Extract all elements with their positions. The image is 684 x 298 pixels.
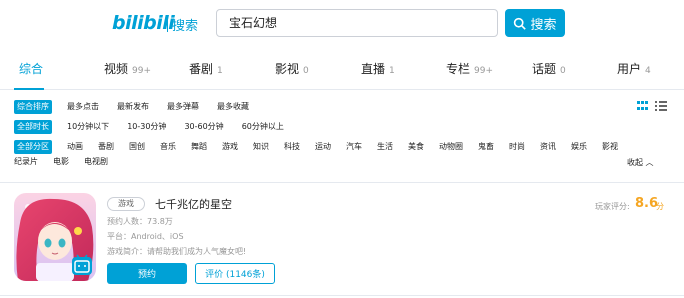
tab-label: 综合 — [19, 62, 44, 76]
filter-category[interactable]: 国创 — [126, 140, 148, 154]
filter-category[interactable]: 汽车 — [343, 140, 365, 154]
filter-duration-under10[interactable]: 10分钟以下 — [64, 120, 112, 134]
filter-category[interactable]: 动画 — [64, 140, 86, 154]
result-divider — [0, 295, 684, 296]
filter-sort-favorites[interactable]: 最多收藏 — [214, 100, 252, 114]
filter-category[interactable]: 舞蹈 — [188, 140, 210, 154]
filter-category[interactable]: 美食 — [405, 140, 427, 154]
game-type-tag: 游戏 — [107, 197, 145, 211]
search-input[interactable]: 宝石幻想 — [216, 9, 498, 37]
tab-all[interactable]: 综合 — [19, 60, 43, 86]
section-divider — [0, 182, 684, 183]
filter-category[interactable]: 电影 — [50, 155, 72, 169]
duration-filter-row: 全部时长 10分钟以下 10-30分钟 30-60分钟 60分钟以上 — [14, 120, 299, 134]
review-button[interactable]: 评价 (1146条) — [195, 263, 275, 284]
reservation-count: 预约人数：73.8万 — [107, 217, 173, 226]
tab-count: 1 — [389, 66, 395, 76]
header: bilibili 搜索 宝石幻想 搜索 — [0, 0, 684, 48]
filter-duration-over60[interactable]: 60分钟以上 — [239, 120, 287, 134]
bilibili-logo[interactable]: bilibili — [112, 12, 175, 34]
platform-info: 平台：Android、iOS — [107, 232, 184, 241]
rating-unit: 分 — [656, 202, 664, 211]
rating-label: 玩家评分: — [595, 202, 630, 211]
filter-duration-30-60[interactable]: 30-60分钟 — [181, 120, 226, 134]
game-intro: 游戏简介：请帮助我们成为人气魔女吧! — [107, 247, 247, 256]
search-type-tabs: 综合 视频 99+ 番剧 1 影视 0 直播 1 专栏 99+ 话题 0 用户 4 — [0, 56, 684, 90]
filter-sort-default[interactable]: 综合排序 — [14, 100, 52, 114]
tab-label: 视频 — [104, 62, 129, 76]
filter-category[interactable]: 资讯 — [537, 140, 559, 154]
tab-label: 影视 — [275, 62, 300, 76]
filter-category[interactable]: 鬼畜 — [475, 140, 497, 154]
search-icon — [514, 17, 527, 30]
filter-category[interactable]: 娱乐 — [568, 140, 590, 154]
tab-movie[interactable]: 影视 0 — [275, 60, 309, 86]
filter-category[interactable]: 生活 — [374, 140, 396, 154]
grid-view-icon[interactable] — [637, 101, 648, 111]
sort-filter-row: 综合排序 最多点击 最新发布 最多弹幕 最多收藏 — [14, 100, 264, 114]
tab-live[interactable]: 直播 1 — [361, 60, 395, 86]
category-filter-row: 全部分区 动画 番剧 国创 音乐 舞蹈 游戏 知识 科技 运动 汽车 生活 美食… — [14, 140, 621, 154]
collapse-button[interactable]: 收起 ︿ — [627, 157, 654, 168]
filter-category[interactable]: 电视剧 — [81, 155, 111, 169]
tab-label: 话题 — [532, 62, 557, 76]
tab-label: 专栏 — [446, 62, 471, 76]
logo-divider — [167, 16, 168, 32]
category-filter-row-2: 纪录片 电影 电视剧 — [14, 155, 123, 169]
filter-category[interactable]: 纪录片 — [14, 155, 41, 169]
list-view-icon[interactable] — [655, 100, 667, 112]
filter-category-all[interactable]: 全部分区 — [14, 140, 52, 154]
filter-category[interactable]: 音乐 — [157, 140, 179, 154]
logo-search-label: 搜索 — [172, 19, 199, 34]
tab-count: 1 — [217, 66, 223, 76]
search-button-label: 搜索 — [530, 17, 557, 33]
filter-category[interactable]: 科技 — [281, 140, 303, 154]
tab-count: 99+ — [474, 66, 494, 76]
tab-count: 0 — [560, 66, 566, 76]
tab-count: 0 — [303, 66, 309, 76]
tab-article[interactable]: 专栏 99+ — [446, 60, 493, 86]
tab-label: 直播 — [361, 62, 386, 76]
reserve-button[interactable]: 预约 — [107, 263, 187, 284]
filter-category[interactable]: 时尚 — [506, 140, 528, 154]
tab-label: 用户 — [617, 62, 642, 76]
filter-sort-newest[interactable]: 最新发布 — [114, 100, 152, 114]
tab-video[interactable]: 视频 99+ — [104, 60, 151, 86]
rating-value: 8.6 — [635, 196, 659, 211]
collapse-label: 收起 — [627, 158, 643, 167]
filter-sort-clicks[interactable]: 最多点击 — [64, 100, 102, 114]
filter-category[interactable]: 运动 — [312, 140, 334, 154]
tab-label: 番剧 — [189, 62, 214, 76]
search-button[interactable]: 搜索 — [505, 9, 565, 37]
tab-topic[interactable]: 话题 0 — [532, 60, 566, 86]
active-tab-indicator — [14, 88, 44, 90]
chevron-up-icon: ︿ — [645, 158, 654, 167]
filter-sort-danmaku[interactable]: 最多弹幕 — [164, 100, 202, 114]
filter-duration-all[interactable]: 全部时长 — [14, 120, 52, 134]
filter-category[interactable]: 影视 — [599, 140, 621, 154]
tab-bangumi[interactable]: 番剧 1 — [189, 60, 223, 86]
filter-category[interactable]: 游戏 — [219, 140, 241, 154]
game-cover-image[interactable] — [14, 193, 96, 281]
tab-count: 4 — [645, 66, 651, 76]
filter-category[interactable]: 动物圈 — [436, 140, 466, 154]
tab-count: 99+ — [132, 66, 152, 76]
tab-user[interactable]: 用户 4 — [617, 60, 651, 86]
filter-duration-10-30[interactable]: 10-30分钟 — [124, 120, 169, 134]
filter-category[interactable]: 番剧 — [95, 140, 117, 154]
filter-category[interactable]: 知识 — [250, 140, 272, 154]
game-title[interactable]: 七千兆亿的星空 — [155, 196, 232, 212]
